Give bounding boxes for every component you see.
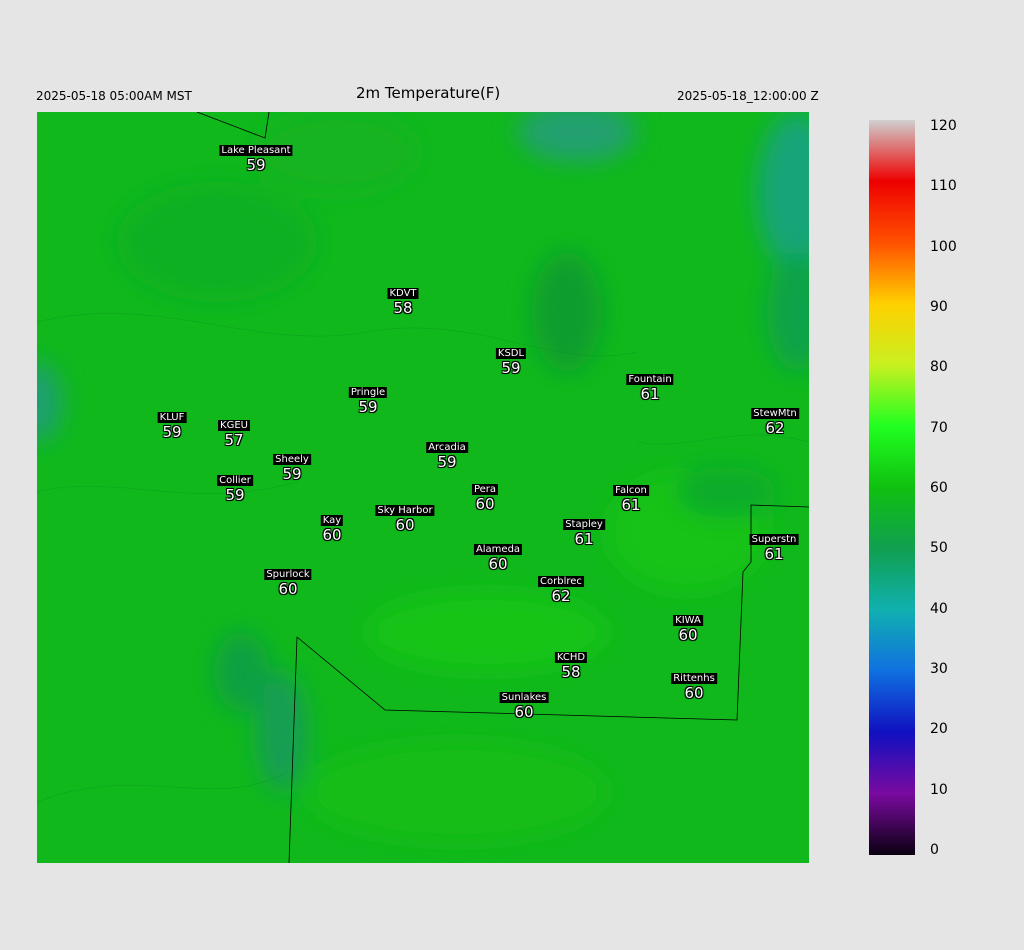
colorbar-tick-label: 80 [930,359,948,376]
station-name: Sky Harbor [375,505,435,516]
map-title: 2m Temperature(F) [356,84,501,102]
colorbar-tick-label: 10 [930,781,948,798]
station-name: Stapley [563,519,605,530]
station-corblrec: Corblrec 62 [538,569,584,604]
station-temperature: 61 [640,385,660,403]
station-name: KSDL [495,348,527,359]
station-temperature: 59 [162,423,182,441]
station-temperature: 57 [224,431,244,449]
colorbar-tick-label: 90 [930,299,948,315]
station-name: Pera [471,484,499,495]
temperature-map [37,112,809,863]
station-fountain: Fountain 61 [626,367,674,403]
station-sky-harbor: Sky Harbor 60 [375,498,435,534]
colorbar-tick-label: 70 [930,419,948,436]
station-arcadia: Arcadia 59 [426,435,468,470]
station-sunlakes: Sunlakes 60 [499,685,549,721]
station-falcon: Falcon 61 [613,478,649,513]
station-temperature: 62 [765,419,785,437]
station-name: KDVT [387,288,419,299]
station-spurlock: Spurlock 60 [264,562,312,598]
colorbar-gradient [869,120,915,855]
station-temperature: 61 [621,496,641,514]
colorbar-tick-label: 60 [930,480,948,496]
station-kay: Kay 60 [320,508,344,544]
station-name: Sheely [273,454,311,465]
station-temperature: 59 [358,398,378,416]
station-temperature: 60 [278,580,298,598]
station-name: Kay [320,515,344,526]
colorbar-tick-label: 100 [930,238,957,255]
station-temperature: 60 [514,703,534,721]
station-name: StewMtn [751,408,799,419]
colorbar [869,120,915,855]
station-temperature: 58 [393,299,413,317]
station-name: Alameda [473,544,523,555]
station-name: Falcon [613,485,649,496]
temperature-field [37,112,809,863]
station-name: Rittenhs [671,673,717,684]
station-collier: Collier 59 [217,468,253,503]
station-pera: Pera 60 [471,477,499,513]
station-kluf: KLUF 59 [157,405,187,441]
station-temperature: 59 [225,486,245,504]
station-name: Sunlakes [499,692,549,703]
station-temperature: 59 [437,453,457,471]
station-stapley: Stapley 61 [563,512,605,547]
station-ksdl: KSDL 59 [495,341,527,377]
station-alameda: Alameda 60 [473,537,523,573]
station-rittenhs: Rittenhs 60 [671,666,717,701]
station-temperature: 59 [282,465,302,483]
station-kgeu: KGEU 57 [218,413,250,448]
station-temperature: 61 [764,545,784,563]
station-temperature: 58 [561,663,581,681]
colorbar-tick-label: 30 [930,661,948,677]
station-name: Arcadia [426,442,468,453]
station-name: KGEU [218,420,250,431]
station-temperature: 60 [678,626,698,644]
station-superstn: Superstn 61 [749,527,799,563]
station-kchd: KCHD 58 [554,645,588,681]
station-sheely: Sheely 59 [273,447,311,482]
station-temperature: 60 [488,555,508,573]
station-kiwa: KIWA 60 [673,608,703,643]
station-stewmtn: StewMtn 62 [751,401,799,436]
station-temperature: 61 [574,530,594,548]
station-name: Fountain [626,374,674,385]
station-name: KIWA [673,615,703,626]
colorbar-tick-label: 110 [930,178,957,195]
colorbar-tick-label: 20 [930,721,948,738]
station-pringle: Pringle 59 [348,380,388,416]
station-name: Corblrec [538,576,584,587]
station-temperature: 60 [684,684,704,702]
station-temperature: 60 [322,526,342,544]
station-name: KCHD [554,652,588,663]
colorbar-tick-label: 40 [930,600,948,617]
utc-time-label: 2025-05-18_12:00:00 Z [677,89,819,103]
colorbar-tick-label: 0 [930,842,939,858]
colorbar-tick-label: 120 [930,118,957,134]
local-time-label: 2025-05-18 05:00AM MST [36,89,192,103]
station-name: Pringle [348,387,388,398]
station-temperature: 59 [246,156,266,174]
station-temperature: 59 [501,359,521,377]
station-temperature: 60 [395,516,415,534]
station-name: Lake Pleasant [219,145,293,156]
station-temperature: 62 [551,587,571,605]
station-name: Spurlock [264,569,312,580]
station-name: KLUF [157,412,187,423]
station-kdvt: KDVT 58 [387,281,419,317]
station-name: Collier [217,475,253,486]
colorbar-tick-label: 50 [930,540,948,557]
station-temperature: 60 [475,495,495,513]
station-lake-pleasant: Lake Pleasant 59 [219,138,293,174]
station-name: Superstn [749,534,799,545]
